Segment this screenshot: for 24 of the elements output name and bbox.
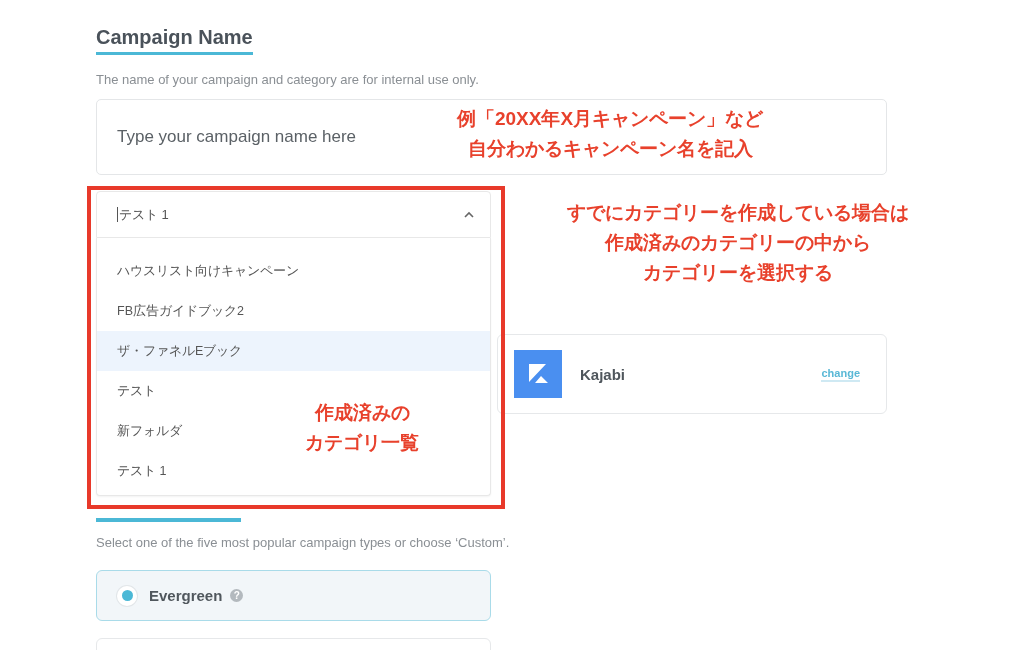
annotation-text: カテゴリーを選択する	[642, 261, 833, 285]
select-value: テスト 1	[117, 207, 169, 222]
menu-option[interactable]: テスト	[117, 382, 156, 400]
radio-button[interactable]	[117, 585, 137, 606]
section-description: Select one of the five most popular campaign types or choose ‘Custom’.	[96, 534, 511, 552]
annotation-text: 例「20XX年X月キャンペーン」など	[456, 107, 764, 131]
menu-option[interactable]: ザ・ファネルEブック	[117, 342, 243, 360]
menu-option[interactable]: ハウスリスト向けキャンペーン	[117, 262, 299, 280]
campaign-type-option[interactable]: Evergreen ?	[96, 570, 491, 621]
annotation-text: すでにカテゴリーを作成している場合は	[566, 201, 909, 225]
annotation-text: カテゴリ一覧	[305, 431, 419, 455]
section-heading: Campaign Name	[96, 24, 253, 55]
annotation-text: 作成済みのカテゴリーの中から	[604, 231, 871, 255]
chevron-icon	[464, 211, 474, 218]
logo-icon	[514, 350, 562, 398]
menu-option[interactable]: テスト 1	[117, 462, 167, 480]
menu-option[interactable]: FB広告ガイドブック2	[117, 302, 244, 320]
annotation-text: 作成済みの	[314, 401, 410, 425]
section-description: The name of your campaign and category are for internal use only.	[96, 71, 480, 89]
menu-option[interactable]: 新フォルダ	[117, 422, 182, 440]
option-label: Evergreen	[149, 587, 223, 604]
category-select[interactable]: テスト 1	[96, 191, 491, 238]
annotation-text: 自分わかるキャンペーン名を記入	[467, 137, 753, 161]
integration-name: Kajabi	[580, 365, 626, 383]
